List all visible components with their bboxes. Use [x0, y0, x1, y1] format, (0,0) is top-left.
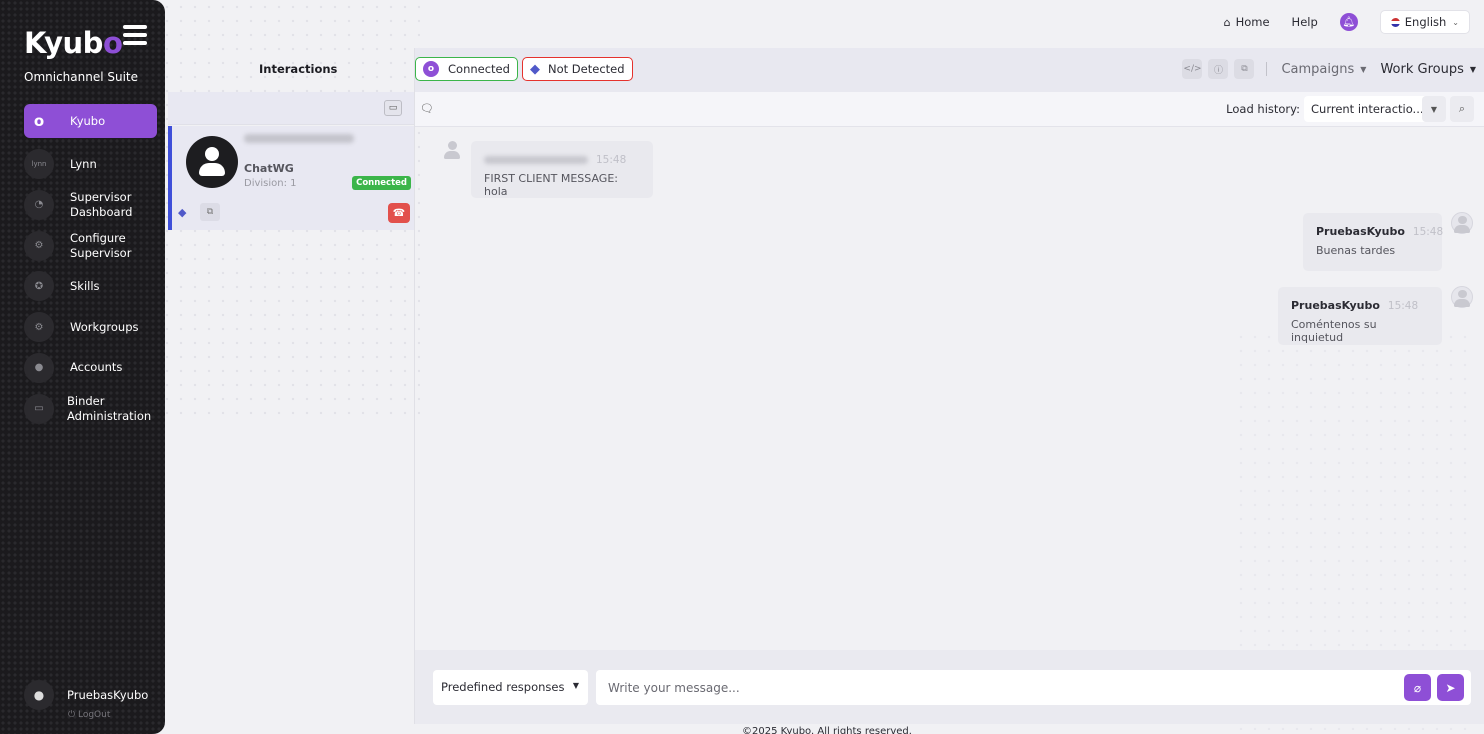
us-flag-icon [1390, 17, 1400, 27]
divider [1266, 62, 1268, 76]
chevron-down-icon: ⌄ [1452, 17, 1459, 27]
voicemail-icon[interactable]: ▭ [384, 100, 402, 116]
sidebar-item-label: Accounts [70, 360, 123, 375]
interactions-toolbar: ▭ [168, 92, 414, 125]
sidebar-item-label: Kyubo [70, 113, 106, 128]
message-outgoing: PruebasKyubo 15:48 Buenas tardes [1303, 213, 1444, 271]
message-time: 15:48 [1387, 300, 1419, 312]
interaction-division: Division: 1 [244, 178, 297, 189]
users-icon: ● [24, 352, 54, 383]
contact-name-redacted [244, 134, 354, 143]
interactions-title: Interactions [259, 62, 338, 76]
dashboard-icon: ◔ [24, 189, 54, 220]
sidebar-item-configure-supervisor[interactable]: ⚙ Configure Supervisor [24, 226, 157, 266]
caret-down-icon: ▼ [1469, 64, 1476, 74]
interaction-card[interactable]: ChatWG Division: 1 Connected ◆ ⧉ ☎︎ [168, 126, 414, 230]
send-icon[interactable]: ➤ [1437, 674, 1464, 701]
contact-avatar [186, 136, 238, 188]
message-text: Coméntenos su inquietud [1291, 318, 1377, 344]
panel-divider [414, 48, 415, 724]
teams-icon: ◆ [530, 61, 540, 77]
info-icon[interactable]: ⓘ [1208, 59, 1229, 79]
chat-header: o Connected ◆ Not Detected </> ⓘ ⧉ Campa… [415, 48, 1484, 92]
attach-icon[interactable]: ⌀ [1404, 674, 1431, 701]
chat-subheader: 🗨︎ Load history: Current interactio... ▼… [415, 92, 1484, 127]
kyubo-icon: o [33, 112, 45, 130]
message-time: 15:48 [596, 154, 627, 166]
users-gear-icon: ⚙ [24, 312, 54, 343]
message-outgoing: PruebasKyubo 15:48 Coméntenos su inquietu… [1278, 287, 1442, 345]
user-profile[interactable]: ● PruebasKyubo [24, 680, 148, 710]
campaigns-dropdown[interactable]: Campaigns ▼ [1281, 62, 1366, 77]
notification-bell-icon[interactable]: 🔔︎ [1339, 13, 1358, 31]
sidebar-item-binder-administration[interactable]: ▭ Binder Administration [24, 389, 157, 429]
hamburger-menu-icon[interactable] [123, 25, 147, 45]
chat-header-actions: </> ⓘ ⧉ Campaigns ▼ Work Groups ▼ [1176, 59, 1476, 79]
message-input[interactable] [596, 670, 1471, 705]
transfer-icon[interactable]: ⧉ [200, 203, 220, 221]
caret-down-icon[interactable]: ▼ [1422, 96, 1446, 122]
lynn-icon: lynn [24, 149, 54, 179]
camera-icon: ● [24, 680, 54, 710]
load-history-select[interactable]: Current interactio... [1304, 96, 1434, 122]
message-time: 15:48 [1412, 226, 1444, 238]
language-select[interactable]: English ⌄ [1379, 10, 1470, 34]
message-composer: Predefined responses ▼ ⌀ ➤ [415, 650, 1484, 724]
agent-avatar-icon [1451, 286, 1473, 308]
sidebar-item-label: Skills [70, 278, 100, 293]
load-history-label: Load history: [1226, 102, 1300, 116]
caret-down-icon: ▼ [1360, 64, 1367, 74]
sidebar-nav: o Kyubo lynn Lynn ◔ Supervisor Dashboard… [24, 104, 157, 430]
sidebar-item-label: Workgroups [70, 319, 139, 334]
user-gear-icon: ⚙ [24, 230, 54, 261]
comment-icon[interactable]: 🗨︎ [420, 102, 434, 115]
sidebar-item-kyubo[interactable]: o Kyubo [24, 104, 157, 138]
predefined-responses-dropdown[interactable]: Predefined responses ▼ [433, 670, 588, 705]
award-icon: ✪ [24, 271, 54, 302]
home-icon: ⌂ [1223, 15, 1231, 29]
message-text: Buenas tardes [1316, 244, 1396, 257]
sidebar-item-label: Supervisor Dashboard [70, 189, 133, 219]
windows-icon[interactable]: ⧉ [1234, 59, 1255, 79]
teams-icon: ◆ [178, 206, 187, 219]
hangup-button[interactable]: ☎︎ [388, 203, 410, 223]
sidebar-item-skills[interactable]: ✪ Skills [24, 266, 157, 306]
kyubo-connection-status[interactable]: o Connected [415, 57, 518, 81]
sidebar-item-workgroups[interactable]: ⚙ Workgroups [24, 307, 157, 347]
message-text: FIRST CLIENT MESSAGE: hola [484, 172, 618, 198]
message-incoming: 15:48 FIRST CLIENT MESSAGE: hola [471, 141, 653, 198]
code-icon[interactable]: </> [1182, 59, 1203, 79]
message-sender: PruebasKyubo [1316, 225, 1405, 238]
sidebar-item-label: Configure Supervisor [70, 230, 132, 260]
message-sender: PruebasKyubo [1291, 299, 1380, 312]
user-name: PruebasKyubo [67, 688, 149, 702]
help-link[interactable]: Help [1292, 15, 1318, 29]
sidebar-item-label: Lynn [70, 156, 97, 171]
sidebar-item-lynn[interactable]: lynn Lynn [24, 144, 157, 184]
sidebar-item-accounts[interactable]: ● Accounts [24, 348, 157, 388]
logout-link[interactable]: ⏻ LogOut [68, 710, 110, 720]
top-bar: ⌂ Home Help 🔔︎ English ⌄ [1224, 10, 1470, 34]
home-link[interactable]: ⌂ Home [1224, 15, 1270, 29]
sidebar: Kyubo Omnichannel Suite o Kyubo lynn Lyn… [0, 0, 165, 734]
work-groups-dropdown[interactable]: Work Groups ▼ [1380, 62, 1476, 77]
sidebar-item-supervisor-dashboard[interactable]: ◔ Supervisor Dashboard [24, 185, 157, 225]
sidebar-item-label: Binder Administration [67, 393, 152, 423]
teams-connection-status[interactable]: ◆ Not Detected [522, 57, 633, 81]
suite-label: Omnichannel Suite [24, 70, 139, 84]
interaction-channel: ChatWG [244, 162, 294, 175]
folder-icon: ▭ [24, 393, 54, 424]
power-icon: ⏻ [68, 710, 78, 720]
sender-name-redacted [484, 156, 588, 164]
search-icon[interactable]: ⌕ [1450, 96, 1474, 122]
agent-avatar-icon [1451, 212, 1473, 234]
client-avatar-icon [441, 141, 463, 163]
kyubo-icon: o [423, 61, 439, 77]
footer-copyright: ©2025 Kyubo. All rights reserved. [742, 726, 912, 734]
kyubo-logo[interactable]: Kyubo [24, 26, 123, 60]
caret-down-icon: ▼ [572, 681, 579, 690]
status-badge: Connected [352, 176, 411, 190]
